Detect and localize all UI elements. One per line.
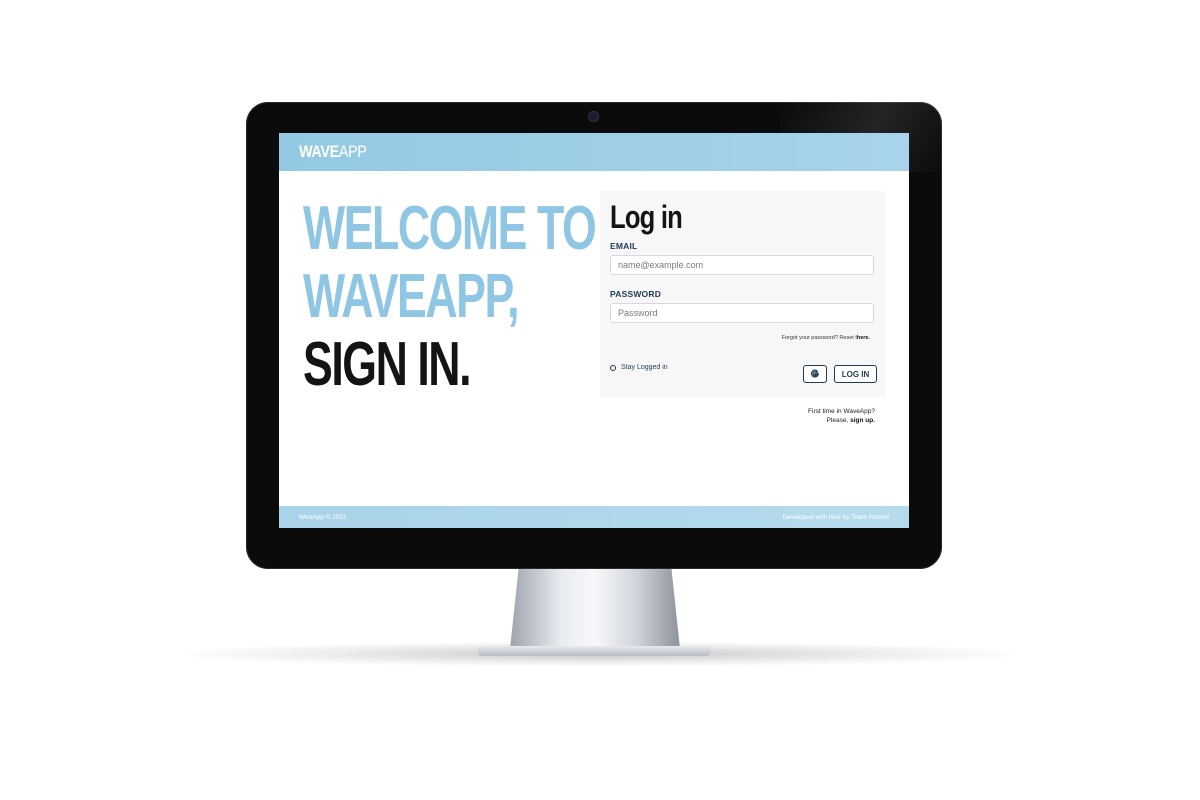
app-screen: WAVEAPP WELCOME TO WAVEAPP, SIGN IN. Log… xyxy=(279,133,909,528)
login-title: Log in xyxy=(610,199,683,235)
welcome-headline: WELCOME TO WAVEAPP, SIGN IN. xyxy=(303,194,597,399)
google-login-button[interactable] xyxy=(803,365,827,383)
email-field[interactable] xyxy=(610,255,874,275)
logo-light-text: APP xyxy=(338,142,367,161)
logo-bold-text: WAVE xyxy=(299,142,339,161)
welcome-line-2: WAVEAPP, xyxy=(303,262,520,331)
monitor-stand-base xyxy=(478,646,710,656)
google-icon xyxy=(810,369,819,378)
welcome-line-1: WELCOME TO xyxy=(303,194,597,263)
password-label: PASSWORD xyxy=(610,289,662,299)
welcome-line-3: SIGN IN. xyxy=(303,330,472,399)
monitor-stand xyxy=(510,569,680,649)
email-label: EMAIL xyxy=(610,241,638,251)
stay-logged-in-option[interactable]: Stay Logged in xyxy=(610,364,668,371)
login-button[interactable]: LOG IN xyxy=(834,365,877,383)
forgot-password-text: Forgot your password? Reset there. xyxy=(782,335,870,341)
stay-logged-in-radio[interactable] xyxy=(610,364,616,371)
app-logo[interactable]: WAVEAPP xyxy=(299,142,367,162)
footer-copyright: WebApp © 2021 xyxy=(299,514,347,521)
login-card: Log in EMAIL PASSWORD Forgot your passwo… xyxy=(600,191,885,397)
webcam xyxy=(589,112,598,121)
footer-credits: Developed with love by Team Rocket xyxy=(782,514,889,521)
signup-prefix: Please, xyxy=(826,417,851,424)
forgot-password-prompt: Forgot your password? Reset t xyxy=(781,335,857,341)
reset-password-link[interactable]: here. xyxy=(857,335,870,341)
signup-prompt: First time in WaveApp? Please, sign up. xyxy=(808,407,875,425)
page-footer: WebApp © 2021 Developed with love by Tea… xyxy=(279,506,909,528)
signup-question: First time in WaveApp? xyxy=(808,408,875,415)
signup-link[interactable]: sign up. xyxy=(850,417,875,424)
password-field[interactable] xyxy=(610,303,874,323)
top-navbar: WAVEAPP xyxy=(279,133,909,171)
stay-logged-in-label: Stay Logged in xyxy=(621,364,668,371)
signup-line: Please, sign up. xyxy=(808,416,875,425)
